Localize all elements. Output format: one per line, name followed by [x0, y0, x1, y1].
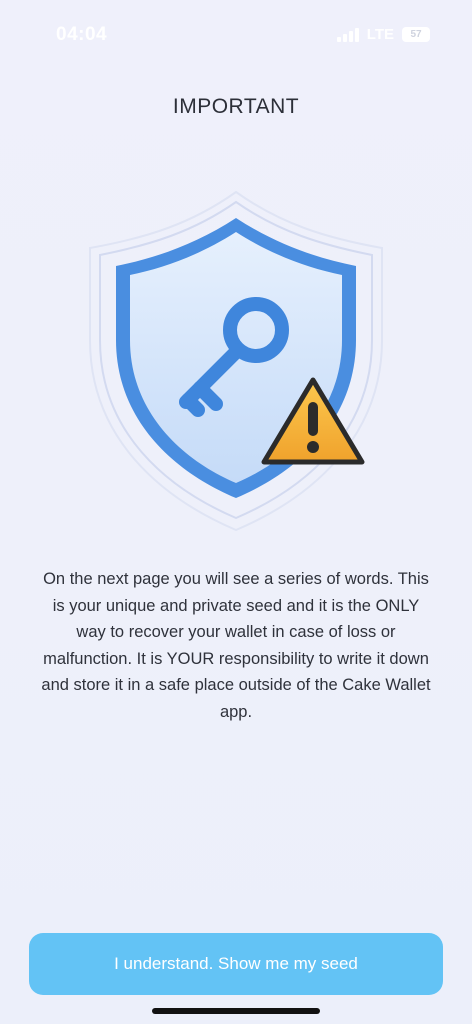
- seed-warning-text: On the next page you will see a series o…: [41, 570, 431, 721]
- status-time: 04:04: [56, 24, 108, 45]
- show-seed-button[interactable]: I understand. Show me my seed: [29, 933, 443, 995]
- battery-level: 57: [410, 29, 422, 40]
- hero-illustration: [76, 180, 396, 540]
- network-type: LTE: [366, 26, 394, 43]
- status-bar: 04:04 LTE 57: [0, 0, 472, 60]
- battery-icon: 57: [402, 27, 430, 42]
- page-title: IMPORTANT: [172, 95, 300, 118]
- home-indicator: [152, 1008, 320, 1014]
- status-indicators: LTE 57: [336, 26, 430, 43]
- signal-icon: [336, 27, 359, 42]
